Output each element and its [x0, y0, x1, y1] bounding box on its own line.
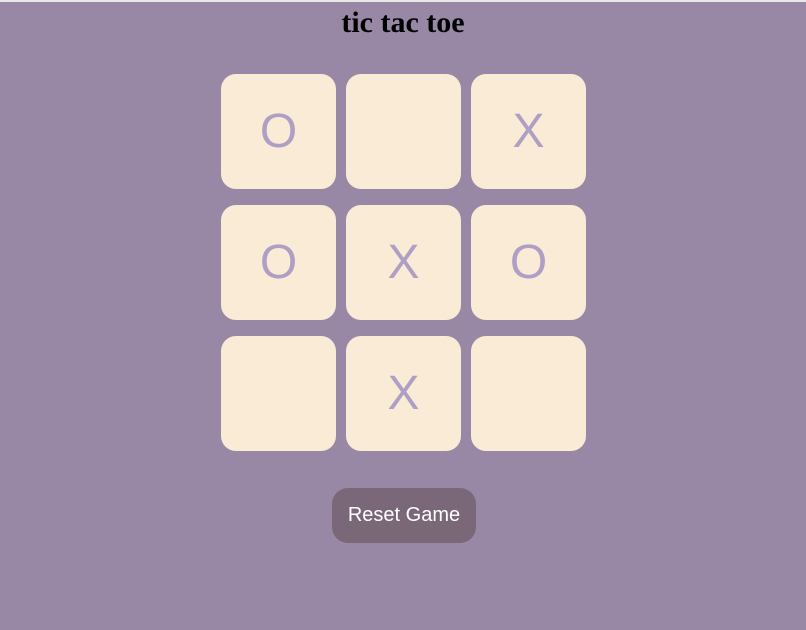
reset-game-button[interactable]: Reset Game — [332, 488, 476, 543]
page-title: tic tac toe — [341, 6, 465, 39]
game-board: O X O X O X — [221, 74, 586, 451]
board-cell[interactable]: O — [221, 205, 336, 320]
board-cell[interactable] — [221, 336, 336, 451]
board-cell[interactable]: X — [471, 74, 586, 189]
board-cell[interactable]: X — [346, 205, 461, 320]
board-cell[interactable]: O — [221, 74, 336, 189]
board-cell[interactable]: O — [471, 205, 586, 320]
board-cell[interactable] — [471, 336, 586, 451]
board-cell[interactable]: X — [346, 336, 461, 451]
board-cell[interactable] — [346, 74, 461, 189]
